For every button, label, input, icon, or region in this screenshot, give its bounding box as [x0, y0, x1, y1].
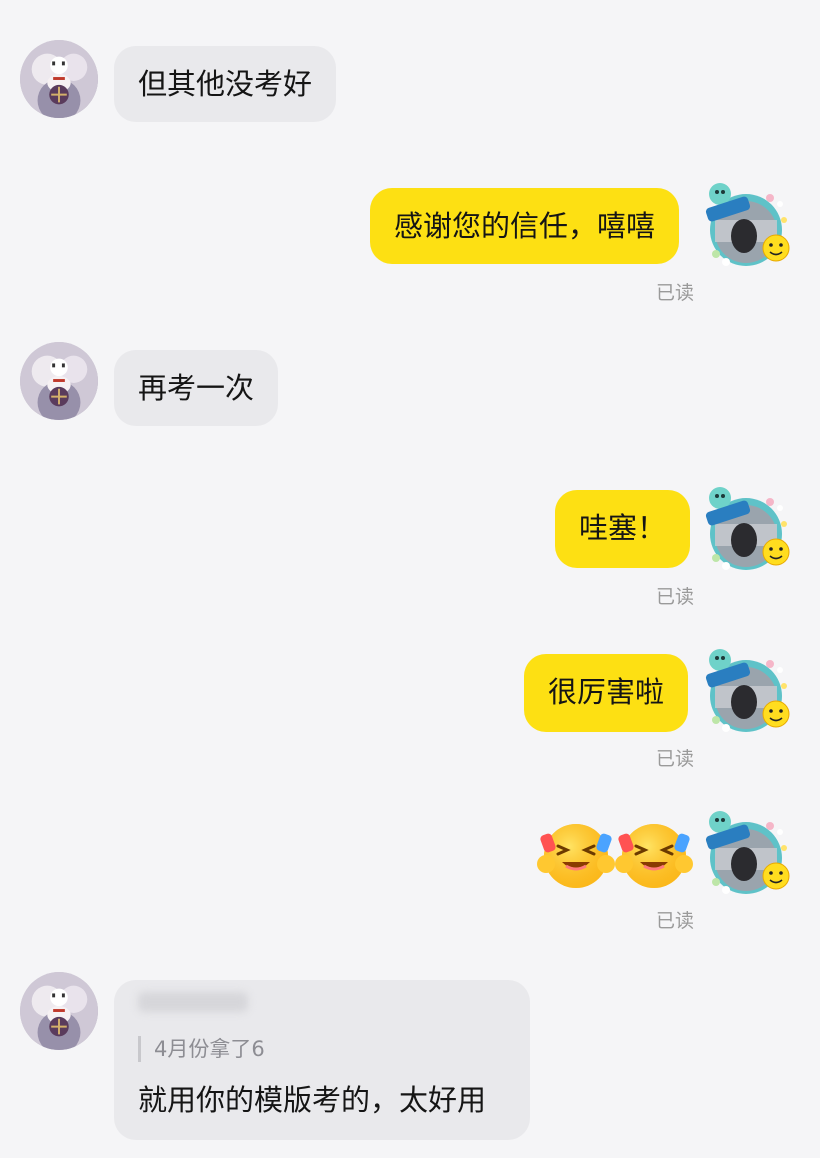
cute-earth-avatar-icon	[700, 180, 792, 272]
avatar[interactable]	[20, 972, 98, 1050]
read-status: 已读	[656, 748, 695, 770]
cute-earth-avatar-icon	[700, 808, 792, 900]
message-row-incoming: 4月份拿了6 就用你的模版考的，太好用	[0, 970, 820, 1145]
quoted-message: 4月份拿了6	[154, 1037, 265, 1061]
sticker-message[interactable]	[536, 814, 696, 898]
message-row-outgoing: 哇塞！ 已读	[0, 484, 820, 609]
message-bubble[interactable]: 但其他没考好	[114, 46, 337, 122]
avatar[interactable]	[700, 646, 792, 738]
snowman-avatar-icon	[20, 342, 98, 420]
avatar[interactable]	[700, 808, 792, 900]
message-bubble[interactable]: 哇塞！	[555, 490, 691, 568]
snowman-avatar-icon	[20, 972, 98, 1050]
message-bubble[interactable]: 很厉害啦	[524, 654, 689, 732]
message-row-outgoing: 感谢您的信任，嘻嘻 已读	[0, 180, 820, 305]
read-status: 已读	[656, 910, 695, 932]
snowman-avatar-icon	[20, 40, 98, 118]
message-text: 就用你的模版考的，太好用	[138, 1083, 487, 1117]
avatar[interactable]	[20, 342, 98, 420]
avatar[interactable]	[700, 484, 792, 576]
avatar[interactable]	[20, 40, 98, 118]
avatar[interactable]	[700, 180, 792, 272]
message-bubble[interactable]: 感谢您的信任，嘻嘻	[370, 188, 680, 264]
quote-divider	[138, 1036, 141, 1062]
read-status: 已读	[656, 282, 695, 304]
message-row-outgoing: 已读	[0, 808, 820, 933]
message-bubble[interactable]: 再考一次	[114, 350, 279, 426]
message-row-incoming: 再考一次	[0, 340, 820, 430]
quote-sender-blurred	[138, 992, 248, 1012]
cute-earth-avatar-icon	[700, 646, 792, 738]
read-status: 已读	[656, 586, 695, 608]
message-row-outgoing: 很厉害啦 已读	[0, 646, 820, 771]
cute-earth-avatar-icon	[700, 484, 792, 576]
message-row-incoming: 但其他没考好	[0, 38, 820, 128]
laughing-cheer-emoji-icon	[614, 814, 694, 894]
reply-bubble[interactable]: 4月份拿了6 就用你的模版考的，太好用	[114, 980, 530, 1140]
laughing-cheer-emoji-icon	[536, 814, 616, 894]
